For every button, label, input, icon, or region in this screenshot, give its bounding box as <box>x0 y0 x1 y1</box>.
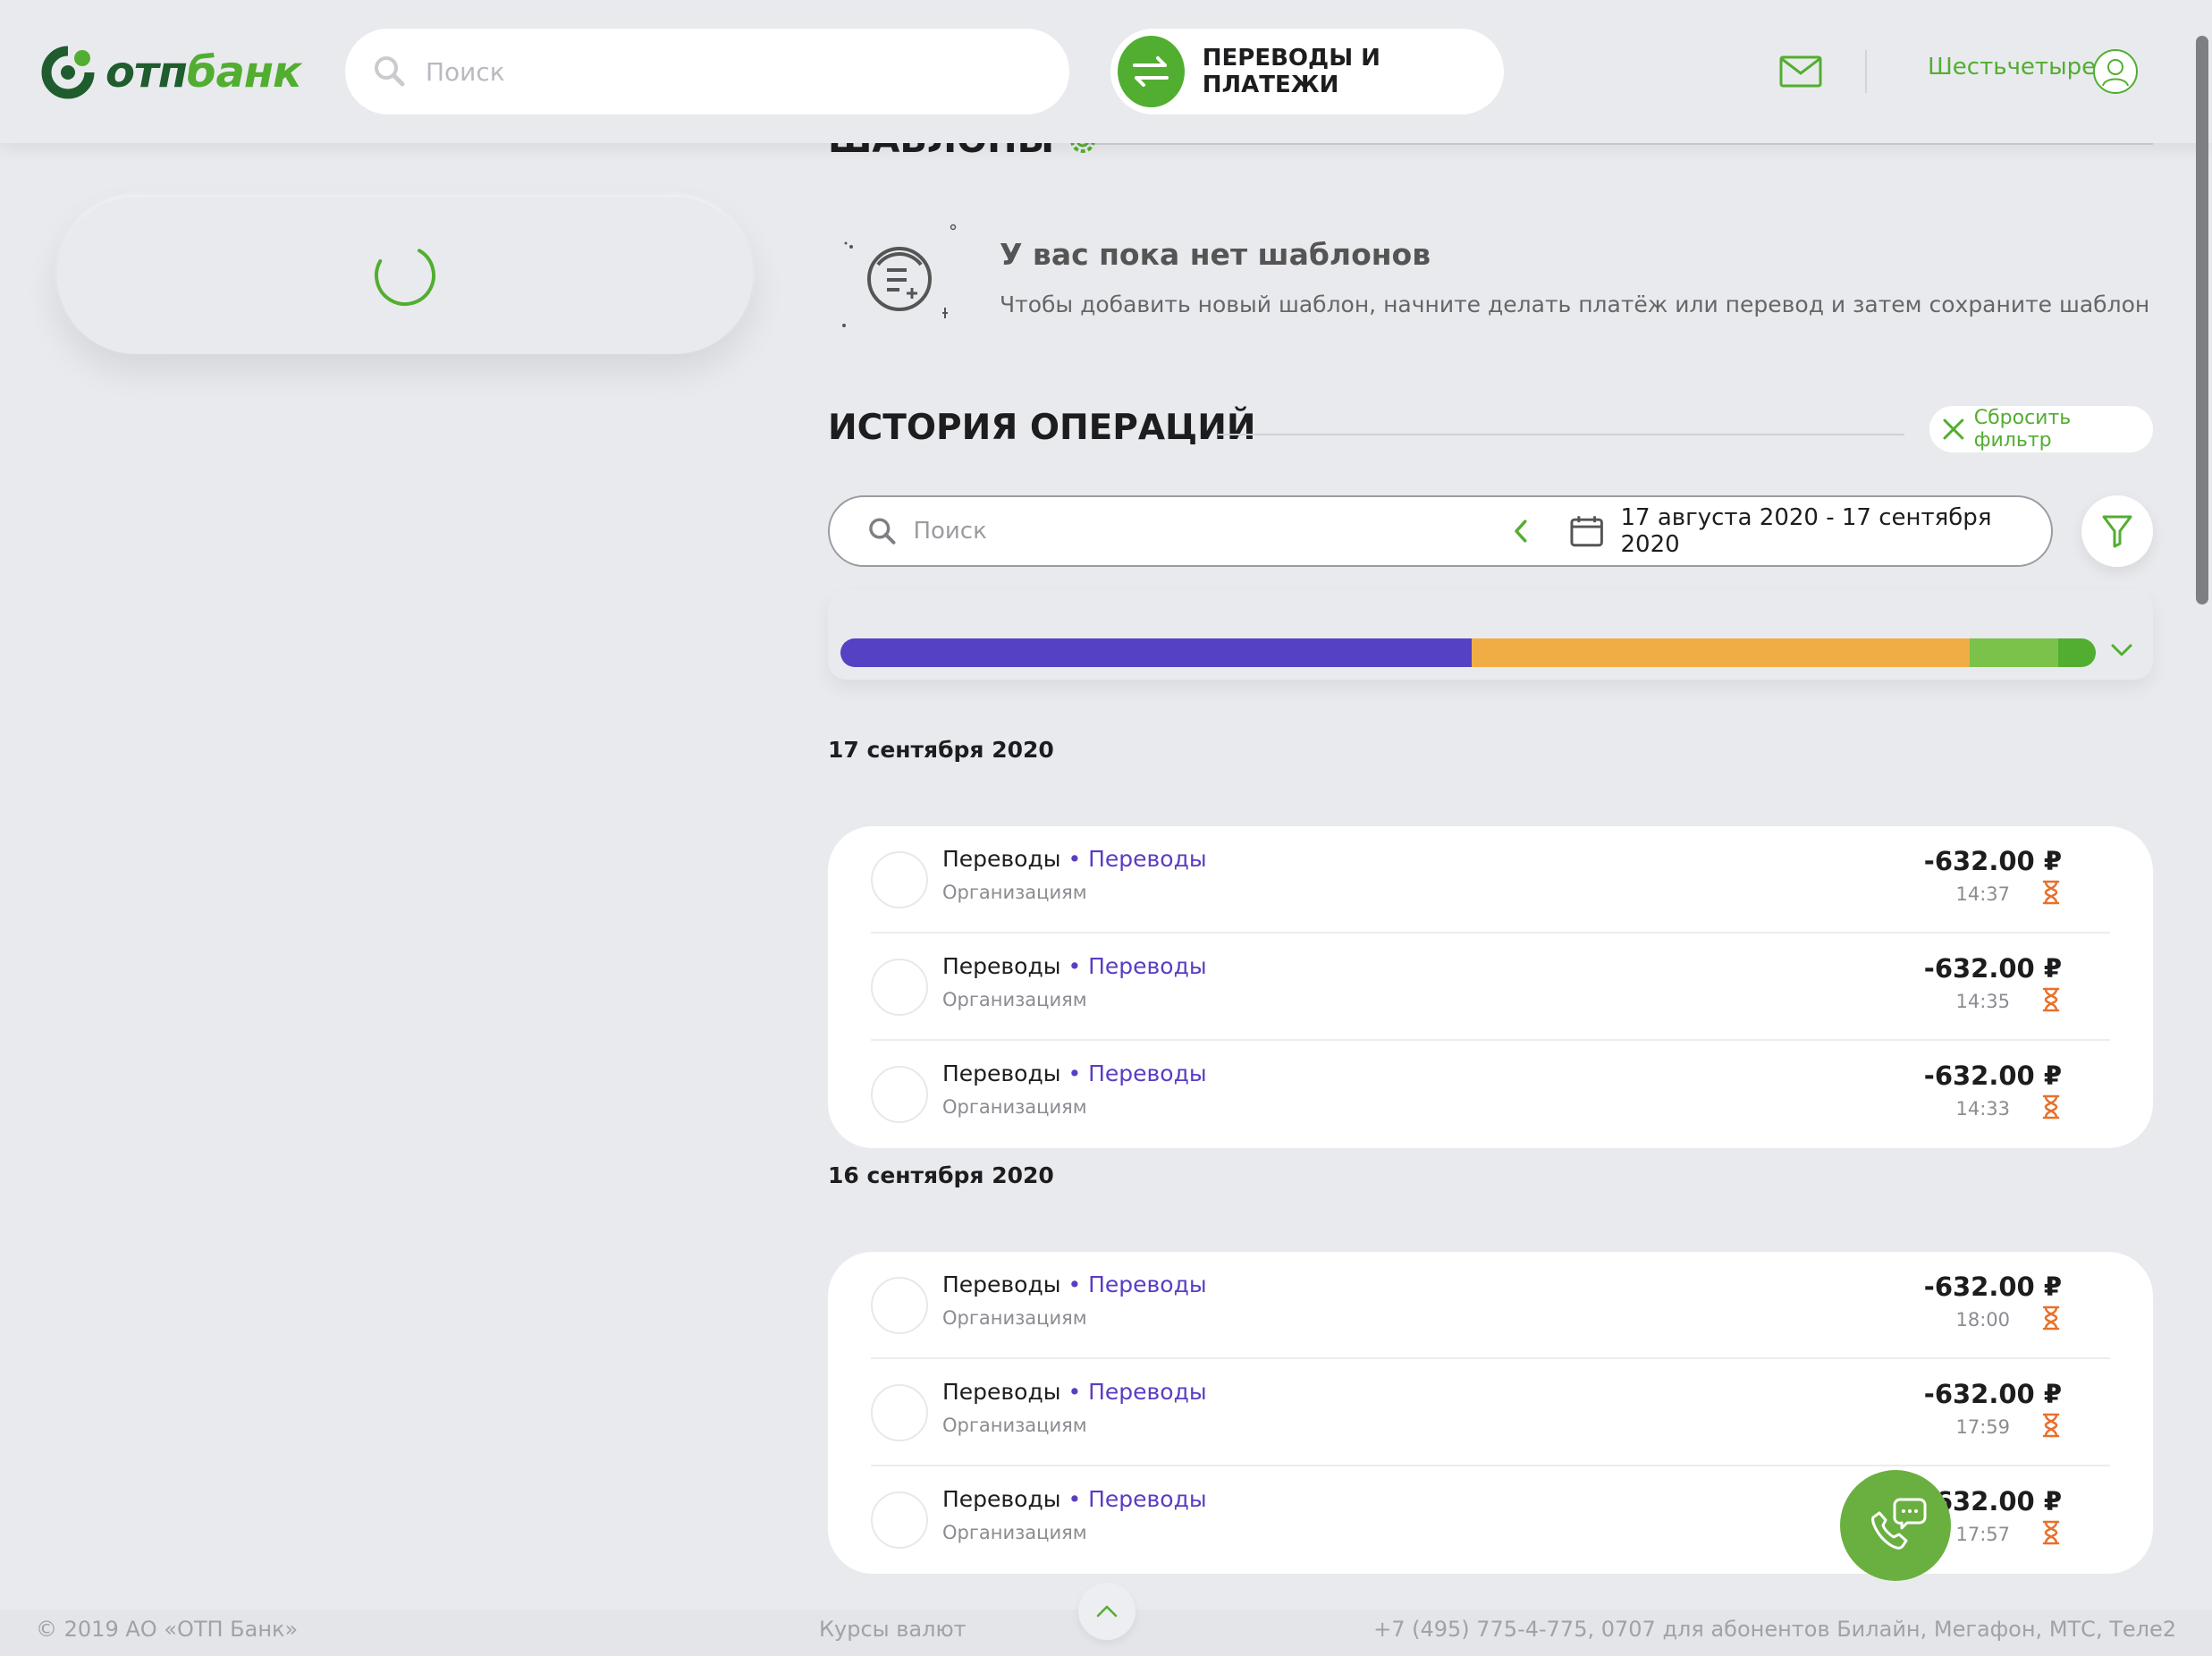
hourglass-icon <box>2042 987 2060 1012</box>
top-header: отпбанк Поиск ПЕРЕВОДЫ И ПЛАТЕЖИ Шестьче… <box>0 0 2212 143</box>
history-divider <box>1218 434 1904 435</box>
operation-avatar <box>871 1066 928 1123</box>
currency-rates-link[interactable]: Курсы валют <box>819 1617 967 1642</box>
footer-phone: +7 (495) 775-4-775, 0707 для абонентов Б… <box>1373 1617 2176 1642</box>
operation-subtitle: Организациям <box>942 1096 1087 1118</box>
hourglass-icon <box>2042 1413 2060 1438</box>
date-group-heading: 16 сентября 2020 <box>828 1162 1054 1188</box>
transfers-payments-button[interactable]: ПЕРЕВОДЫ И ПЛАТЕЖИ <box>1110 29 1504 114</box>
call-chat-button[interactable] <box>1840 1470 1951 1581</box>
date-group-heading: 17 сентября 2020 <box>828 737 1054 763</box>
search-icon <box>869 518 896 545</box>
spending-bar-segment <box>840 638 1472 667</box>
operation-row[interactable]: Переводы • Переводы Организациям -632.00… <box>871 934 2110 1041</box>
operation-title: Переводы • Переводы <box>942 953 1207 979</box>
global-search-input[interactable]: Поиск <box>345 29 1069 114</box>
operation-subtitle: Организациям <box>942 1415 1087 1436</box>
hourglass-icon <box>2042 1520 2060 1545</box>
operation-avatar <box>871 1384 928 1441</box>
operation-time: 17:57 <box>1955 1524 2010 1545</box>
operation-title: Переводы • Переводы <box>942 1486 1207 1512</box>
operation-category[interactable]: • Переводы <box>1068 953 1206 979</box>
templates-divider <box>1082 143 2153 145</box>
empty-templates-title: У вас пока нет шаблонов <box>1000 237 1431 272</box>
mail-icon[interactable] <box>1779 55 1822 88</box>
history-heading: ИСТОРИЯ ОПЕРАЦИЙ <box>828 408 1256 448</box>
operation-time: 14:37 <box>1955 883 2010 905</box>
operation-category[interactable]: • Переводы <box>1068 1379 1206 1405</box>
filter-button[interactable] <box>2081 495 2153 567</box>
transfers-label: ПЕРЕВОДЫ И ПЛАТЕЖИ <box>1202 45 1380 98</box>
operation-category[interactable]: • Переводы <box>1068 1272 1206 1297</box>
chevron-left-icon[interactable] <box>1512 518 1530 545</box>
operation-amount: -632.00 ₽ <box>1923 1379 2062 1409</box>
spending-bar-segment <box>1969 638 2059 667</box>
operation-subtitle: Организациям <box>942 1522 1087 1543</box>
operation-category[interactable]: • Переводы <box>1068 846 1206 872</box>
history-search-bar[interactable]: Поиск 17 августа 2020 - 17 сентября 2020 <box>828 495 2053 567</box>
operation-amount: -632.00 ₽ <box>1923 953 2062 984</box>
operation-row[interactable]: Переводы • Переводы Организациям -632.00… <box>871 1252 2110 1359</box>
scroll-to-top-button[interactable] <box>1078 1583 1136 1640</box>
empty-templates-text: Чтобы добавить новый шаблон, начните дел… <box>1000 291 2150 317</box>
operation-avatar <box>871 851 928 908</box>
operation-row[interactable]: Переводы • Переводы Организациям -632.00… <box>871 1359 2110 1466</box>
search-icon <box>375 56 405 87</box>
operations-card: Переводы • Переводы Организациям -632.00… <box>828 1252 2153 1574</box>
spending-bar-segment <box>1471 638 1970 667</box>
empty-templates-icon <box>842 224 957 327</box>
operation-title: Переводы • Переводы <box>942 1060 1207 1086</box>
spending-summary[interactable] <box>828 590 2153 680</box>
accounts-loading-card <box>57 197 753 354</box>
page-scrollbar[interactable] <box>2196 36 2208 604</box>
history-search-placeholder: Поиск <box>913 518 987 545</box>
operation-amount: -632.00 ₽ <box>1923 1272 2062 1302</box>
operation-subtitle: Организациям <box>942 989 1087 1010</box>
arrows-swap-icon <box>1118 36 1185 107</box>
operation-time: 18:00 <box>1955 1309 2010 1331</box>
operation-avatar <box>871 1277 928 1334</box>
footer-copyright: © 2019 АО «ОТП Банк» <box>36 1617 299 1642</box>
operation-amount: -632.00 ₽ <box>1923 846 2062 876</box>
header-divider <box>1865 50 1867 93</box>
operation-time: 14:35 <box>1955 991 2010 1012</box>
operation-category[interactable]: • Переводы <box>1068 1486 1206 1512</box>
calendar-icon[interactable] <box>1569 514 1604 548</box>
operation-avatar <box>871 1491 928 1549</box>
chevron-down-icon[interactable] <box>2110 642 2133 658</box>
phone-chat-icon <box>1871 1498 1927 1550</box>
user-name[interactable]: Шестьчетыре <box>1928 54 2096 80</box>
user-avatar-icon[interactable] <box>2092 48 2139 95</box>
hourglass-icon <box>2042 1305 2060 1331</box>
hourglass-icon <box>2042 880 2060 905</box>
filter-icon <box>2102 515 2132 548</box>
date-range[interactable]: 17 августа 2020 - 17 сентября 2020 <box>1620 504 2051 558</box>
logo-text: отпбанк <box>106 47 302 97</box>
close-icon <box>1943 418 1964 440</box>
spending-bar-segment <box>2058 638 2096 667</box>
operation-title: Переводы • Переводы <box>942 1379 1207 1405</box>
otp-logo-icon <box>41 46 95 99</box>
chevron-up-icon <box>1096 1605 1118 1618</box>
operation-row[interactable]: Переводы • Переводы Организациям -632.00… <box>871 826 2110 934</box>
operation-avatar <box>871 959 928 1016</box>
operation-subtitle: Организациям <box>942 1307 1087 1329</box>
operation-amount: -632.00 ₽ <box>1923 1060 2062 1091</box>
reset-filter-label: Сбросить фильтр <box>1973 407 2072 452</box>
operation-title: Переводы • Переводы <box>942 1272 1207 1297</box>
hourglass-icon <box>2042 1094 2060 1119</box>
operations-card: Переводы • Переводы Организациям -632.00… <box>828 826 2153 1148</box>
operation-time: 17:59 <box>1955 1416 2010 1438</box>
reset-filter-button[interactable]: Сбросить фильтр <box>1929 406 2153 452</box>
spending-bar <box>840 638 2096 667</box>
search-placeholder: Поиск <box>426 56 505 87</box>
loading-spinner-icon <box>375 249 435 306</box>
operation-time: 14:33 <box>1955 1098 2010 1119</box>
operation-row[interactable]: Переводы • Переводы Организациям -632.00… <box>871 1041 2110 1148</box>
operation-title: Переводы • Переводы <box>942 846 1207 872</box>
operation-subtitle: Организациям <box>942 882 1087 903</box>
otp-bank-logo[interactable]: отпбанк <box>41 41 302 104</box>
operation-category[interactable]: • Переводы <box>1068 1060 1206 1086</box>
